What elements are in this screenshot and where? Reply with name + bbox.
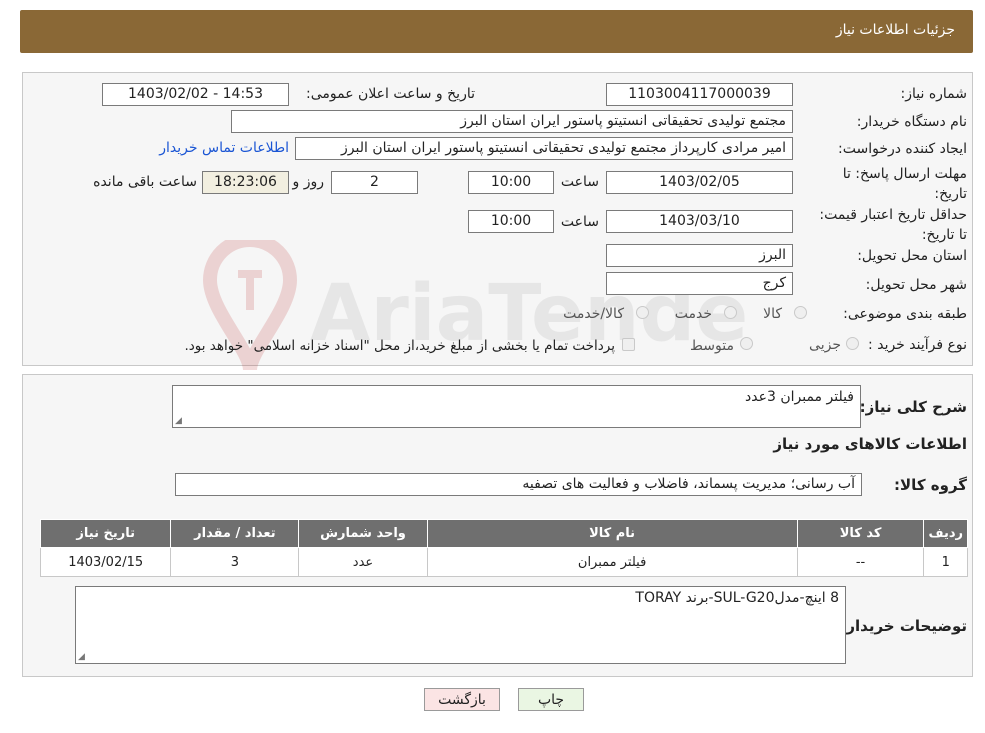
need-number-label: شماره نیاز: — [900, 86, 968, 102]
cell-need-date: 1403/02/15 — [39, 547, 172, 577]
deadline-label-text: مهلت ارسال پاسخ: تا تاریخ: — [842, 166, 967, 202]
validity-date-field: 1403/03/10 — [606, 210, 793, 233]
purchase-option-minor: جزیی — [809, 337, 841, 353]
category-option-goods: کالا — [763, 306, 782, 322]
category-radio-service[interactable] — [724, 306, 737, 319]
city-field: کرج — [606, 272, 793, 295]
purchase-radio-medium[interactable] — [740, 337, 753, 350]
col-quantity: تعداد / مقدار — [170, 519, 300, 548]
buyer-notes-text: 8 اینچ-مدلSUL-G20-برند TORAY — [635, 590, 839, 606]
summary-text: فیلتر ممبران 3عدد — [745, 389, 854, 405]
need-number-field: 1103004117000039 — [606, 83, 793, 106]
remaining-label: ساعت باقی مانده — [93, 174, 197, 190]
creator-label: ایجاد کننده درخواست: — [838, 141, 967, 157]
goods-table: ردیف کد کالا نام کالا واحد شمارش تعداد /… — [39, 519, 968, 577]
col-code: کد کالا — [796, 519, 925, 548]
col-name: نام کالا — [426, 519, 798, 548]
goods-group-field: آب رسانی؛ مدیریت پسماند، فاضلاب و فعالیت… — [175, 473, 862, 496]
summary-label: شرح کلی نیاز: — [859, 398, 967, 416]
validity-time-field: 10:00 — [468, 210, 554, 233]
purchase-note: پرداخت تمام یا بخشی از مبلغ خرید،از محل … — [184, 338, 615, 354]
category-radio-goods[interactable] — [794, 306, 807, 319]
validity-label: حداقل تاریخ اعتبار قیمت: تا تاریخ: — [807, 205, 967, 245]
purchase-type-label: نوع فرآیند خرید : — [868, 337, 967, 353]
deadline-label: مهلت ارسال پاسخ: تا تاریخ: — [817, 164, 967, 204]
province-field: البرز — [606, 244, 793, 267]
buyer-contact-link[interactable]: اطلاعات تماس خریدار — [159, 140, 289, 156]
province-label: استان محل تحویل: — [857, 248, 967, 264]
cell-code: -- — [796, 547, 925, 577]
deadline-time-field: 10:00 — [468, 171, 554, 194]
cell-quantity: 3 — [170, 547, 300, 577]
buyer-field: مجتمع تولیدی تحقیقاتی انستیتو پاستور ایر… — [231, 110, 793, 133]
validity-time-label: ساعت — [560, 214, 599, 230]
cell-row: 1 — [923, 547, 968, 577]
buyer-label: نام دستگاه خریدار: — [856, 114, 967, 130]
announce-label: تاریخ و ساعت اعلان عمومی: — [306, 86, 475, 102]
goods-info-title: اطلاعات کالاهای مورد نیاز — [773, 435, 967, 453]
resize-handle-icon[interactable]: ◢ — [78, 652, 85, 662]
announce-field: 1403/02/02 - 14:53 — [102, 83, 289, 106]
col-unit: واحد شمارش — [298, 519, 428, 548]
deadline-time-label: ساعت — [560, 174, 599, 190]
col-need-date: تاریخ نیاز — [39, 519, 172, 548]
remaining-time-field: 18:23:06 — [202, 171, 289, 194]
buyer-notes-textarea: 8 اینچ-مدلSUL-G20-برند TORAY ◢ — [75, 586, 846, 664]
deadline-date-field: 1403/02/05 — [606, 171, 793, 194]
category-option-goods-service: کالا/خدمت — [563, 306, 624, 322]
cell-unit: عدد — [298, 547, 428, 577]
purchase-option-medium: متوسط — [690, 338, 734, 354]
page-header: جزئیات اطلاعات نیاز — [20, 10, 973, 53]
page-title: جزئیات اطلاعات نیاز — [835, 22, 955, 38]
category-label: طبقه بندی موضوعی: — [843, 306, 967, 322]
treasury-checkbox[interactable] — [622, 338, 635, 351]
buyer-notes-label: توضیحات خریدار: — [840, 617, 967, 635]
category-option-service: خدمت — [674, 306, 712, 322]
days-field: 2 — [331, 171, 418, 194]
print-button[interactable]: چاپ — [518, 688, 584, 711]
col-row: ردیف — [923, 519, 968, 548]
purchase-radio-minor[interactable] — [846, 337, 859, 350]
table-row: 1 -- فیلتر ممبران عدد 3 1403/02/15 — [39, 547, 968, 577]
goods-group-label: گروه کالا: — [894, 476, 967, 494]
validity-label-text: حداقل تاریخ اعتبار قیمت: تا تاریخ: — [819, 207, 967, 243]
summary-textarea: فیلتر ممبران 3عدد ◢ — [172, 385, 861, 428]
cell-name: فیلتر ممبران — [426, 547, 798, 577]
back-button[interactable]: بازگشت — [424, 688, 500, 711]
creator-field: امیر مرادی کارپرداز مجتمع تولیدی تحقیقات… — [295, 137, 793, 160]
resize-handle-icon[interactable]: ◢ — [175, 416, 182, 426]
goods-table-header: ردیف کد کالا نام کالا واحد شمارش تعداد /… — [39, 519, 968, 548]
category-radio-goods-service[interactable] — [636, 306, 649, 319]
city-label: شهر محل تحویل: — [865, 277, 967, 293]
days-label: روز و — [292, 174, 325, 190]
